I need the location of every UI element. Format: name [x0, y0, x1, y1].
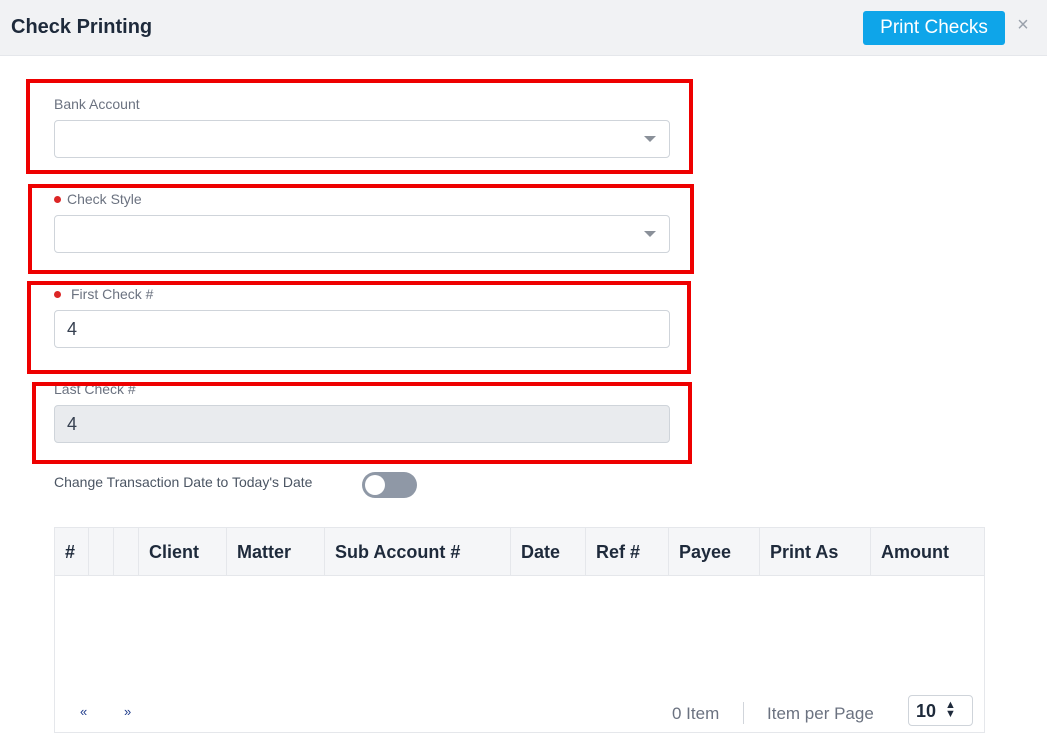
column-header-date[interactable]: Date — [511, 528, 586, 576]
dialog-header: Check Printing Print Checks × — [0, 0, 1047, 56]
pager-divider — [743, 702, 744, 724]
first-check-label-text: First Check # — [71, 286, 154, 302]
column-header-payee[interactable]: Payee — [669, 528, 760, 576]
change-date-toggle[interactable] — [362, 472, 417, 498]
per-page-value: 10 — [916, 701, 937, 721]
column-header-sub-account[interactable]: Sub Account # — [325, 528, 511, 576]
chevron-down-icon — [644, 136, 656, 142]
column-header-matter[interactable]: Matter — [227, 528, 325, 576]
change-date-label: Change Transaction Date to Today's Date — [54, 474, 313, 490]
table-header: # Client Matter Sub Account # Date Ref #… — [55, 528, 984, 576]
column-header-print-as[interactable]: Print As — [760, 528, 871, 576]
column-header-status[interactable] — [114, 528, 139, 576]
per-page-label: Item per Page — [767, 704, 874, 723]
check-style-select[interactable] — [54, 215, 670, 253]
column-header-number[interactable]: # — [55, 528, 89, 576]
check-style-label-text: Check Style — [67, 191, 142, 207]
first-check-input[interactable] — [54, 310, 670, 348]
first-check-label: First Check # — [54, 286, 153, 302]
sort-arrows-icon: ▲ ▼ — [945, 699, 956, 720]
required-indicator — [54, 290, 61, 298]
column-header-client[interactable]: Client — [139, 528, 227, 576]
checks-table: # Client Matter Sub Account # Date Ref #… — [54, 527, 985, 733]
pager-prev-button[interactable]: « — [80, 704, 87, 719]
check-style-label: Check Style — [54, 191, 142, 207]
dialog-title: Check Printing — [11, 16, 153, 38]
close-icon[interactable]: × — [1014, 15, 1032, 35]
pager-next-button[interactable]: » — [124, 704, 131, 719]
last-check-input — [54, 405, 670, 443]
column-header-amount[interactable]: Amount — [871, 528, 984, 576]
column-header-ref[interactable]: Ref # — [586, 528, 669, 576]
item-count: 0 Item — [672, 704, 720, 723]
print-checks-button[interactable]: Print Checks — [863, 11, 1005, 45]
bank-account-select[interactable] — [54, 120, 670, 158]
column-header-select[interactable] — [89, 528, 114, 576]
required-indicator — [54, 195, 61, 203]
per-page-select[interactable]: 10 ▲ ▼ — [908, 695, 973, 726]
chevron-down-icon — [644, 231, 656, 237]
toggle-knob — [365, 475, 385, 495]
bank-account-label: Bank Account — [54, 96, 140, 112]
